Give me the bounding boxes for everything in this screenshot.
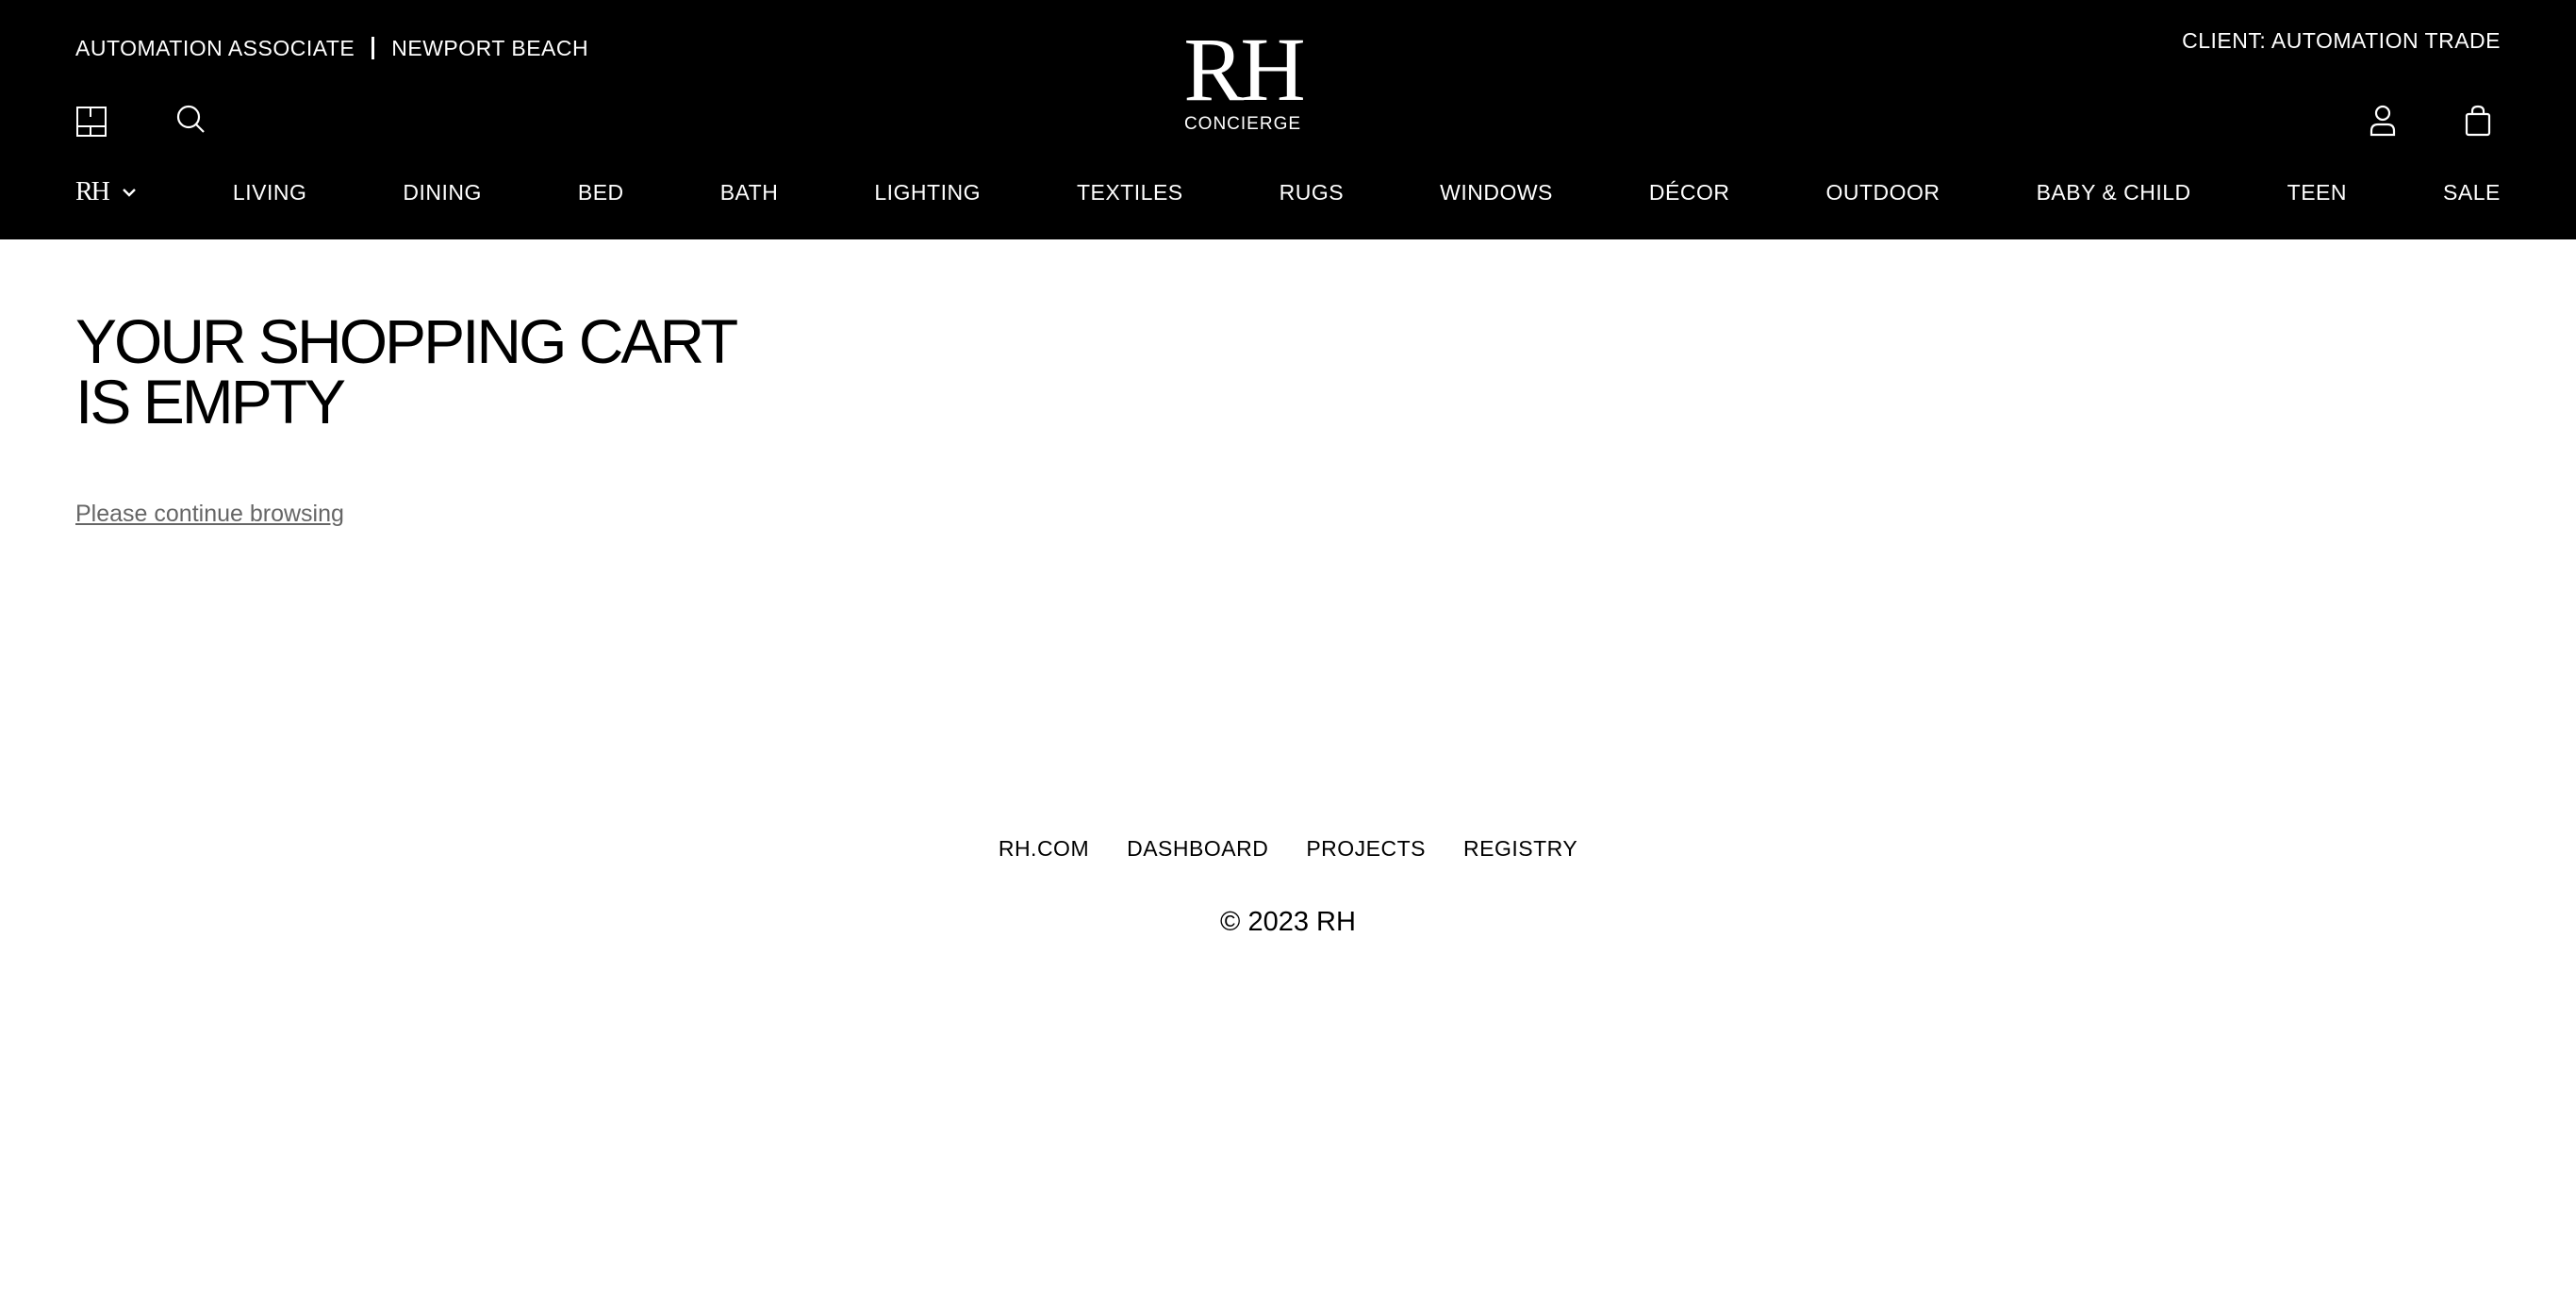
footer-link-dashboard[interactable]: DASHBOARD xyxy=(1127,833,1268,863)
nav-item-windows[interactable]: WINDOWS xyxy=(1440,175,1553,209)
nav-item-baby-child[interactable]: BABY & CHILD xyxy=(2037,175,2191,209)
footer-link-registry[interactable]: REGISTRY xyxy=(1463,833,1577,863)
site-header: AUTOMATION ASSOCIATE NEWPORT BEACH RH CO… xyxy=(0,0,2576,239)
store-location[interactable]: NEWPORT BEACH xyxy=(391,34,588,62)
nav-item-teen[interactable]: TEEN xyxy=(2287,175,2347,209)
nav-item-textiles[interactable]: TEXTILES xyxy=(1077,175,1183,209)
nav-item-living[interactable]: LIVING xyxy=(233,175,306,209)
rh-logo[interactable]: RH CONCIERGE xyxy=(1148,19,1337,136)
floorplan-icon[interactable] xyxy=(73,103,110,140)
nav-item-sale[interactable]: SALE xyxy=(2443,175,2501,209)
footer-links: RH.COM DASHBOARD PROJECTS REGISTRY xyxy=(0,833,2576,863)
logo-mark: RH xyxy=(1183,19,1305,120)
client-label[interactable]: CLIENT: AUTOMATION TRADE xyxy=(2182,26,2501,55)
footer-link-rh-com[interactable]: RH.COM xyxy=(999,833,1089,863)
associate-name[interactable]: AUTOMATION ASSOCIATE xyxy=(75,34,355,62)
chevron-down-icon xyxy=(123,189,136,197)
account-icon[interactable] xyxy=(2364,102,2402,140)
nav-item-bath[interactable]: BATH xyxy=(720,175,779,209)
footer-link-projects[interactable]: PROJECTS xyxy=(1306,833,1426,863)
page-title: YOUR SHOPPING CART IS EMPTY xyxy=(75,306,737,436)
nav-item-bed[interactable]: BED xyxy=(578,175,624,209)
main-navigation: RH LIVING DINING BED BATH LIGHTING TEXTI… xyxy=(75,175,2501,209)
shopping-bag-icon[interactable] xyxy=(2459,102,2497,140)
brand-switcher-logo: RH xyxy=(75,177,110,206)
brand-switcher[interactable]: RH xyxy=(75,178,137,206)
divider xyxy=(372,37,375,59)
nav-item-dining[interactable]: DINING xyxy=(403,175,482,209)
nav-item-lighting[interactable]: LIGHTING xyxy=(874,175,981,209)
nav-item-decor[interactable]: DÉCOR xyxy=(1649,175,1730,209)
nav-item-rugs[interactable]: RUGS xyxy=(1280,175,1344,209)
search-icon[interactable] xyxy=(172,101,209,139)
nav-item-outdoor[interactable]: OUTDOOR xyxy=(1825,175,1940,209)
copyright: © 2023 RH xyxy=(1220,907,1356,937)
continue-browsing-link[interactable]: Please continue browsing xyxy=(75,498,344,530)
logo-subtitle: CONCIERGE xyxy=(1183,114,1302,134)
associate-info: AUTOMATION ASSOCIATE NEWPORT BEACH xyxy=(75,34,588,62)
